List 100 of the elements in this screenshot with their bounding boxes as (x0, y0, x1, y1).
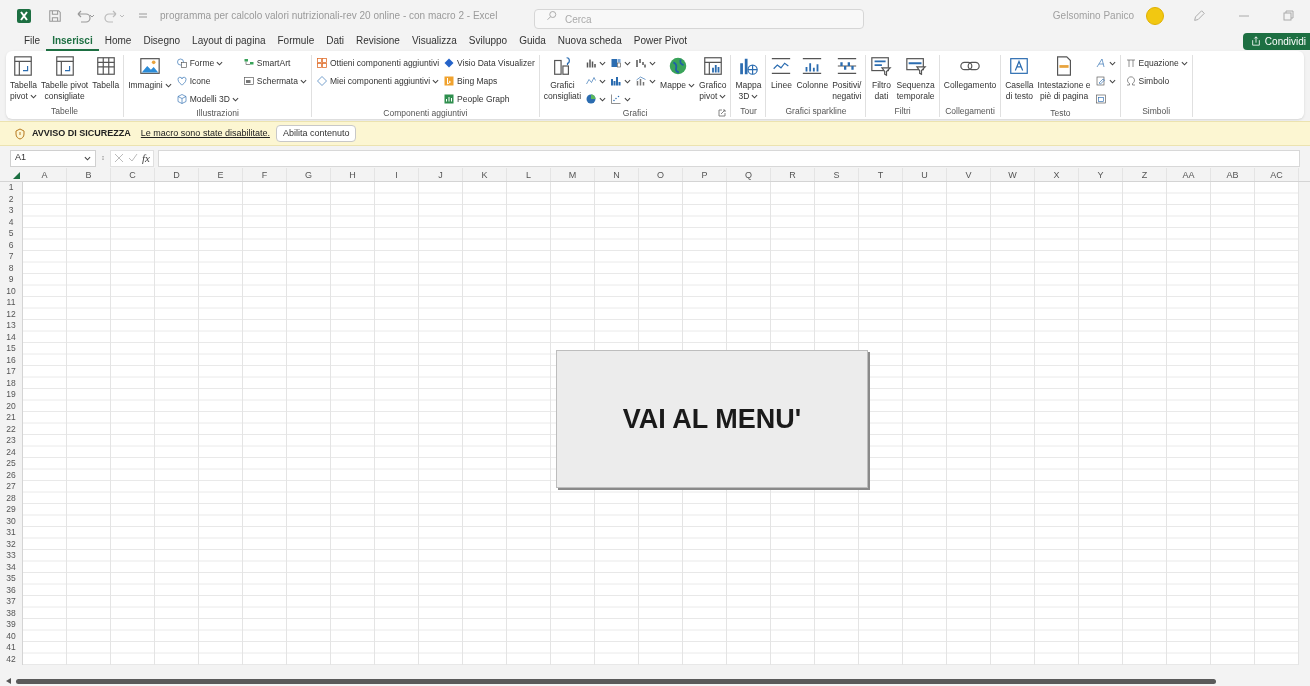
row-header[interactable]: 31 (0, 527, 22, 539)
row-header[interactable]: 9 (0, 274, 22, 286)
ribbon-tab[interactable]: Dati (320, 31, 350, 51)
column-header[interactable]: M (551, 168, 595, 181)
row-header[interactable]: 25 (0, 458, 22, 470)
row-header[interactable]: 28 (0, 492, 22, 504)
column-header[interactable]: H (331, 168, 375, 181)
row-header[interactable]: 5 (0, 228, 22, 240)
row-header[interactable]: 22 (0, 423, 22, 435)
row-header[interactable]: 26 (0, 469, 22, 481)
column-header[interactable]: R (771, 168, 815, 181)
row-header[interactable]: 3 (0, 205, 22, 217)
column-header[interactable]: AB (1211, 168, 1255, 181)
row-header[interactable]: 15 (0, 343, 22, 355)
cell-grid[interactable] (23, 182, 1299, 665)
row-header[interactable]: 36 (0, 584, 22, 596)
ribbon-tab[interactable]: Visualizza (405, 31, 463, 51)
scrollbar-thumb[interactable] (16, 679, 1216, 684)
enable-content-button[interactable]: Abilita contenuto (275, 125, 357, 142)
row-header[interactable]: 14 (0, 331, 22, 343)
row-header[interactable]: 38 (0, 607, 22, 619)
column-header[interactable]: W (991, 168, 1035, 181)
ribbon-button[interactable]: Grafico pivot (698, 55, 728, 101)
ribbon-tab[interactable]: File (18, 31, 47, 51)
column-header[interactable]: Z (1123, 168, 1167, 181)
ribbon-button[interactable]: Bing Maps (442, 73, 536, 89)
row-header[interactable]: 6 (0, 239, 22, 251)
ribbon-button[interactable]: Tabella pivot (9, 55, 38, 101)
ribbon-button[interactable]: SmartArt (241, 55, 308, 71)
column-header[interactable]: G (287, 168, 331, 181)
ribbon-tab[interactable]: Power Pivot (627, 31, 694, 51)
ribbon-button[interactable]: Intestazione e piè di pagina (1036, 55, 1092, 101)
column-header[interactable]: P (683, 168, 727, 181)
row-header[interactable]: 1 (0, 182, 22, 194)
ribbon-button[interactable]: Mappa 3D (734, 55, 763, 101)
row-header[interactable]: 39 (0, 619, 22, 631)
ribbon-tab[interactable]: Nuova scheda (551, 31, 628, 51)
ribbon-button[interactable]: Colonne (795, 55, 830, 91)
ribbon-tab[interactable]: Formule (271, 31, 321, 51)
row-header[interactable]: 13 (0, 320, 22, 332)
ribbon-button[interactable]: Schermata (241, 73, 308, 89)
row-header[interactable]: 23 (0, 435, 22, 447)
avatar[interactable] (1146, 6, 1164, 25)
row-header[interactable]: 17 (0, 366, 22, 378)
column-header[interactable]: Y (1079, 168, 1123, 181)
macro-button[interactable]: VAI AL MENU' (556, 350, 868, 488)
ribbon-button[interactable] (634, 73, 658, 89)
column-header[interactable]: O (639, 168, 683, 181)
ribbon-button[interactable]: Simbolo (1123, 73, 1189, 89)
warning-link[interactable]: Le macro sono state disabilitate. (140, 126, 270, 141)
column-header[interactable]: E (199, 168, 243, 181)
share-button[interactable]: Condividi (1242, 32, 1310, 50)
ribbon-button[interactable]: Visio Data Visualizer (442, 55, 536, 71)
ribbon-button[interactable]: Filtro dati (869, 55, 894, 101)
ribbon-tab[interactable]: Disegno (137, 31, 187, 51)
column-header[interactable]: D (155, 168, 199, 181)
column-header[interactable]: AA (1167, 168, 1211, 181)
ribbon-button[interactable]: Equazione (1123, 55, 1189, 71)
ribbon-button[interactable]: Forme (174, 55, 240, 71)
row-header[interactable]: 41 (0, 642, 22, 654)
ribbon-tab[interactable]: Guida (513, 31, 552, 51)
row-header[interactable]: 37 (0, 596, 22, 608)
row-header[interactable]: 19 (0, 389, 22, 401)
column-header[interactable]: X (1035, 168, 1079, 181)
ribbon-tab[interactable]: Layout di pagina (186, 31, 272, 51)
column-header[interactable]: K (463, 168, 507, 181)
ribbon-button[interactable]: Icone (174, 73, 240, 89)
ribbon-button[interactable]: People Graph (442, 91, 536, 107)
ribbon-button[interactable]: Sequenza temporale (895, 55, 936, 101)
row-header[interactable]: 18 (0, 377, 22, 389)
name-box[interactable]: A1 (10, 149, 96, 167)
row-header[interactable]: 7 (0, 251, 22, 263)
ribbon-button[interactable]: Collegamento (942, 55, 998, 91)
row-header[interactable]: 29 (0, 504, 22, 516)
dialog-launcher-button[interactable] (718, 108, 728, 118)
ribbon-button[interactable]: Tabelle pivot consigliate (39, 55, 90, 101)
insert-function-button[interactable]: fx (142, 149, 150, 167)
row-header[interactable]: 21 (0, 412, 22, 424)
ribbon-tab[interactable]: Revisione (350, 31, 406, 51)
row-header[interactable]: 8 (0, 262, 22, 274)
row-header[interactable]: 24 (0, 446, 22, 458)
column-header[interactable]: I (375, 168, 419, 181)
column-header[interactable]: U (903, 168, 947, 181)
row-header[interactable]: 34 (0, 561, 22, 573)
ribbon-button[interactable]: Immagini (127, 55, 173, 91)
column-header[interactable]: T (859, 168, 903, 181)
ribbon-button[interactable]: Casella di testo (1004, 55, 1035, 101)
ribbon-tab[interactable]: Sviluppo (462, 31, 514, 51)
ribbon-button[interactable]: Miei componenti aggiuntivi (314, 73, 441, 89)
ribbon-button[interactable]: Positivi/ negativi (831, 55, 863, 101)
row-header[interactable]: 35 (0, 573, 22, 585)
row-header[interactable]: 32 (0, 538, 22, 550)
ribbon-button[interactable]: Ottieni componenti aggiuntivi (314, 55, 441, 71)
ribbon-button[interactable]: Mappe (659, 55, 697, 91)
search-field[interactable]: Cerca (534, 9, 864, 29)
row-header[interactable]: 10 (0, 285, 22, 297)
ribbon-button[interactable]: Tabella (91, 55, 121, 91)
ribbon-button[interactable]: Modelli 3D (174, 91, 240, 107)
column-header[interactable]: F (243, 168, 287, 181)
row-header[interactable]: 2 (0, 193, 22, 205)
